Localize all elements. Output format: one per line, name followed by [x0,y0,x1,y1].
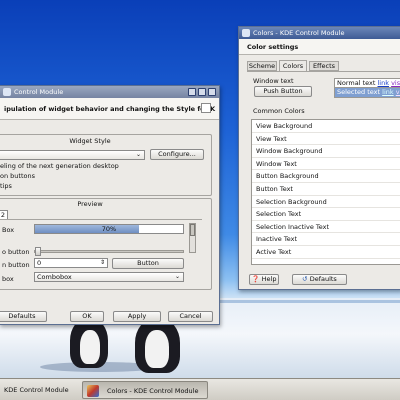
tab-scheme[interactable]: Scheme [247,61,277,71]
box-label: Box [2,226,15,234]
color-list-item[interactable]: Active Text [252,246,400,259]
preview-tab[interactable]: 2 [0,210,8,219]
defaults-icon: ↺ [302,275,308,283]
close-button[interactable] [208,88,216,96]
module-header: ipulation of widget behavior and changin… [0,98,219,120]
color-list-item[interactable]: Inactive Text [252,233,400,246]
color-list-item[interactable]: Window Text [252,158,400,171]
progress-bar: 70% [34,224,184,234]
chevron-down-icon: ⌄ [174,273,180,280]
help-icon: ❓ [251,275,260,283]
taskbar: KDE Control Module Colors - KDE Control … [0,378,400,400]
push-button-preview[interactable]: Push Button [254,86,312,97]
taskbar-item[interactable]: KDE Control Module [0,381,78,399]
color-list-item[interactable]: Selection Text [252,208,400,221]
preview-button[interactable]: Button [112,258,184,269]
maximize-button[interactable] [198,88,206,96]
color-list-item[interactable]: Button Text [252,183,400,196]
defaults-button[interactable]: Defaults [0,311,47,322]
window-titlebar[interactable]: Colors - KDE Control Module [239,27,400,39]
selected-text-preview: Selected text link vis [334,88,400,98]
color-list-item[interactable]: Selection Inactive Text [252,221,400,234]
app-icon [242,29,250,37]
tab-effects[interactable]: Effects [309,61,339,71]
preview-combobox[interactable]: Combobox ⌄ [34,272,184,282]
app-icon [3,88,11,96]
color-list-item[interactable]: Selection Background [252,196,400,209]
scrollbar-thumb[interactable] [190,224,195,236]
color-list-item[interactable]: View Background [252,120,400,133]
minimize-button[interactable] [188,88,196,96]
widget-style-label: Widget Style [69,137,111,145]
preview-scrollbar[interactable] [189,223,196,253]
combo-label: box [2,275,14,283]
apply-button[interactable]: Apply [113,311,161,322]
cancel-button[interactable]: Cancel [168,311,213,322]
window-text-label: Window text [253,77,294,85]
colors-app-icon [87,385,99,397]
link-preview: link [377,79,390,87]
option-text[interactable]: on buttons [0,172,35,180]
color-list-item[interactable]: View Text [252,133,400,146]
color-list-item[interactable]: Window Background [252,145,400,158]
penguin-belly [145,330,169,368]
module-description: ipulation of widget behavior and changin… [4,105,216,113]
slider-label: o button [2,248,30,256]
defaults-button[interactable]: ↺ Defaults [292,274,347,285]
color-settings-heading: Color settings [247,43,299,51]
option-text[interactable]: tips [0,182,12,190]
spin-arrows-icon[interactable]: ⇕ [100,259,105,267]
spin-box[interactable]: 0 ⇕ [34,258,108,268]
preview-label: Preview [77,200,103,208]
penguin-belly [80,330,100,364]
slider-track[interactable] [34,247,184,256]
tab-underline [247,71,400,72]
chevron-down-icon: ⌄ [135,151,141,158]
style-control-window: Control Module ipulation of widget behav… [0,85,220,325]
preview-tab-line [0,219,202,220]
taskbar-item-active[interactable]: Colors - KDE Control Module [82,381,208,399]
ok-button[interactable]: OK [70,311,104,322]
configure-button[interactable]: Configure... [150,149,204,160]
option-text: eling of the next generation desktop [0,162,119,170]
colors-control-window: Colors - KDE Control Module Color settin… [238,26,400,290]
tab-colors[interactable]: Colors [279,60,307,71]
module-icon [201,103,211,113]
spin-label: n button [2,261,30,269]
visited-preview: visite [391,79,400,87]
selected-visited-preview: vis [395,88,400,96]
window-title: Colors - KDE Control Module [253,29,345,37]
normal-text-preview: Normal text link visite [334,78,400,88]
color-list-item[interactable]: Button Background [252,170,400,183]
help-button[interactable]: ❓ Help [249,274,279,285]
style-select[interactable]: ⌄ [0,150,145,160]
selected-link-preview: link [382,88,394,96]
module-header: Color settings [239,39,400,55]
window-titlebar[interactable]: Control Module [0,86,219,98]
color-list[interactable]: View Background View Text Window Backgroun… [251,119,400,265]
progress-text: 70% [101,225,117,233]
common-colors-label: Common Colors [253,107,305,115]
window-title: Control Module [14,88,64,96]
slider-handle[interactable] [35,247,41,256]
